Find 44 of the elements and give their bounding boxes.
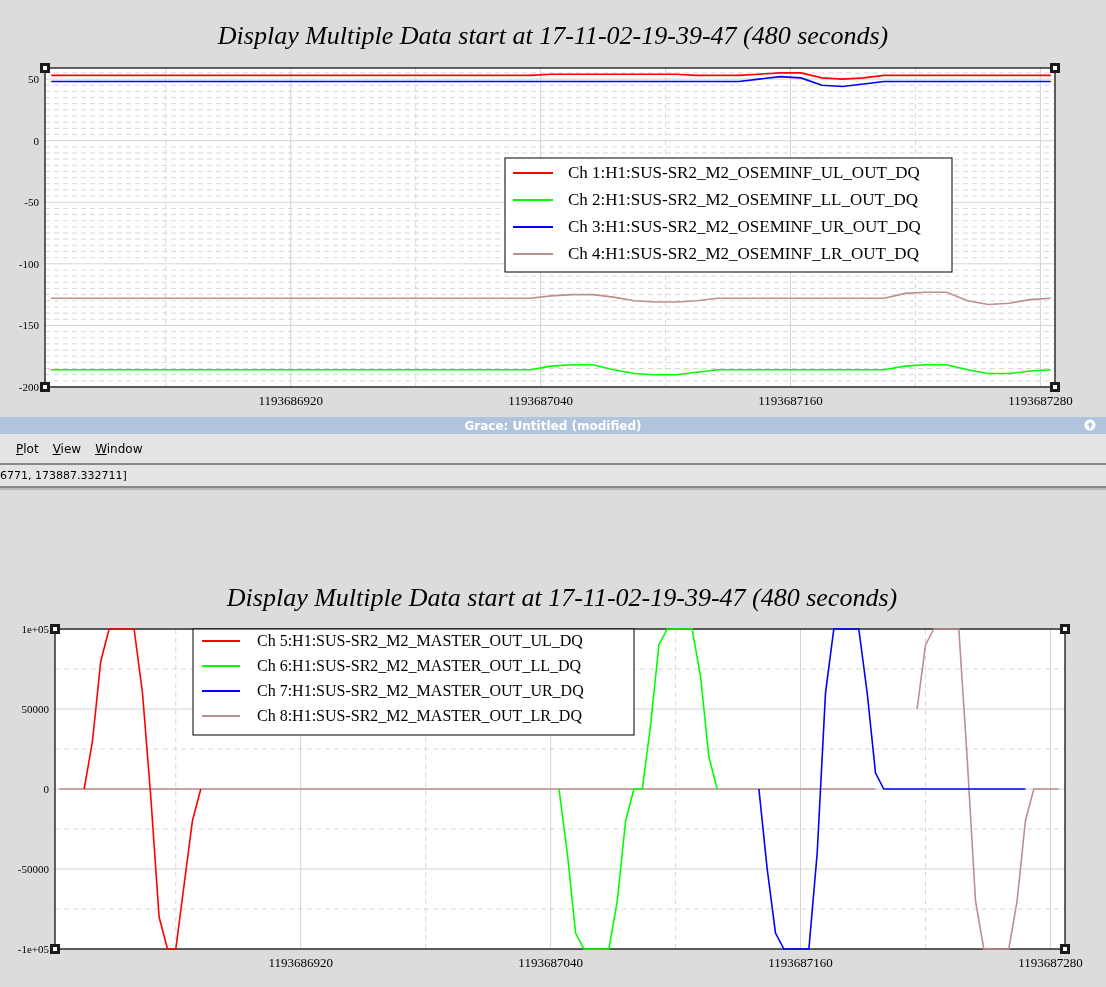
legend-label: Ch 2:H1:SUS-SR2_M2_OSEMINF_LL_OUT_DQ [568, 190, 918, 209]
legend-label: Ch 8:H1:SUS-SR2_M2_MASTER_OUT_LR_DQ [257, 707, 582, 724]
y-tick-label: 0 [43, 783, 49, 795]
status-field: 6771, 173887.332711] [0, 463, 1106, 488]
y-tick-label: 1e+05 [21, 623, 49, 635]
menu-item[interactable]: View [52, 441, 82, 456]
y-tick-label: -100 [18, 257, 39, 270]
y-tick-label: -150 [18, 319, 39, 332]
y-tick-label: 50 [28, 73, 39, 86]
x-tick-label: 1193687280 [1018, 955, 1083, 970]
legend-label: Ch 3:H1:SUS-SR2_M2_OSEMINF_UR_OUT_DQ [568, 217, 921, 236]
selection-handle-icon[interactable] [1050, 382, 1060, 392]
y-tick-label: 0 [33, 134, 39, 147]
plot-title: Display Multiple Data start at 17-11-02-19-39-47 (480 seconds) [217, 20, 889, 52]
menu-item[interactable]: Plot [16, 441, 39, 456]
y-tick-label: -50000 [17, 863, 49, 875]
y-tick-label: -200 [18, 381, 39, 393]
x-tick-label: 1193687040 [518, 955, 583, 970]
window-title: Grace: Untitled (modified) [464, 418, 642, 433]
selection-handle-icon[interactable] [40, 382, 50, 392]
line-series [758, 628, 1027, 950]
y-tick-label: 50000 [21, 703, 49, 715]
legend-label: Ch 6:H1:SUS-SR2_M2_MASTER_OUT_LL_DQ [257, 657, 582, 674]
x-tick-label: 1193687160 [768, 955, 833, 970]
x-tick-label: 1193687160 [758, 393, 823, 408]
selection-handle-icon[interactable] [50, 624, 60, 634]
selection-handle-icon[interactable] [1050, 63, 1060, 73]
legend-label: Ch 7:H1:SUS-SR2_M2_MASTER_OUT_UR_DQ [257, 682, 584, 699]
y-tick-label: -1e+05 [17, 943, 49, 955]
x-tick-label: 1193687040 [508, 393, 573, 408]
selection-handle-icon[interactable] [1060, 944, 1070, 954]
plot-title: Display Multiple Data start at 17-11-02-19-39-47 (480 seconds) [226, 582, 898, 614]
y-tick-label: -50 [24, 196, 39, 209]
menu-item[interactable]: Window [95, 441, 143, 456]
x-tick-label: 1193687280 [1008, 393, 1073, 408]
legend-label: Ch 4:H1:SUS-SR2_M2_OSEMINF_LR_OUT_DQ [568, 244, 919, 263]
line-series [83, 628, 202, 950]
selection-handle-icon[interactable] [50, 944, 60, 954]
x-tick-label: 1193686920 [268, 955, 333, 970]
legend-label: Ch 1:H1:SUS-SR2_M2_OSEMINF_UL_OUT_DQ [568, 163, 920, 182]
legend-label: Ch 5:H1:SUS-SR2_M2_MASTER_OUT_UL_DQ [257, 632, 583, 649]
selection-handle-icon[interactable] [1060, 624, 1070, 634]
x-tick-label: 1193686920 [258, 393, 323, 408]
selection-handle-icon[interactable] [40, 63, 50, 73]
